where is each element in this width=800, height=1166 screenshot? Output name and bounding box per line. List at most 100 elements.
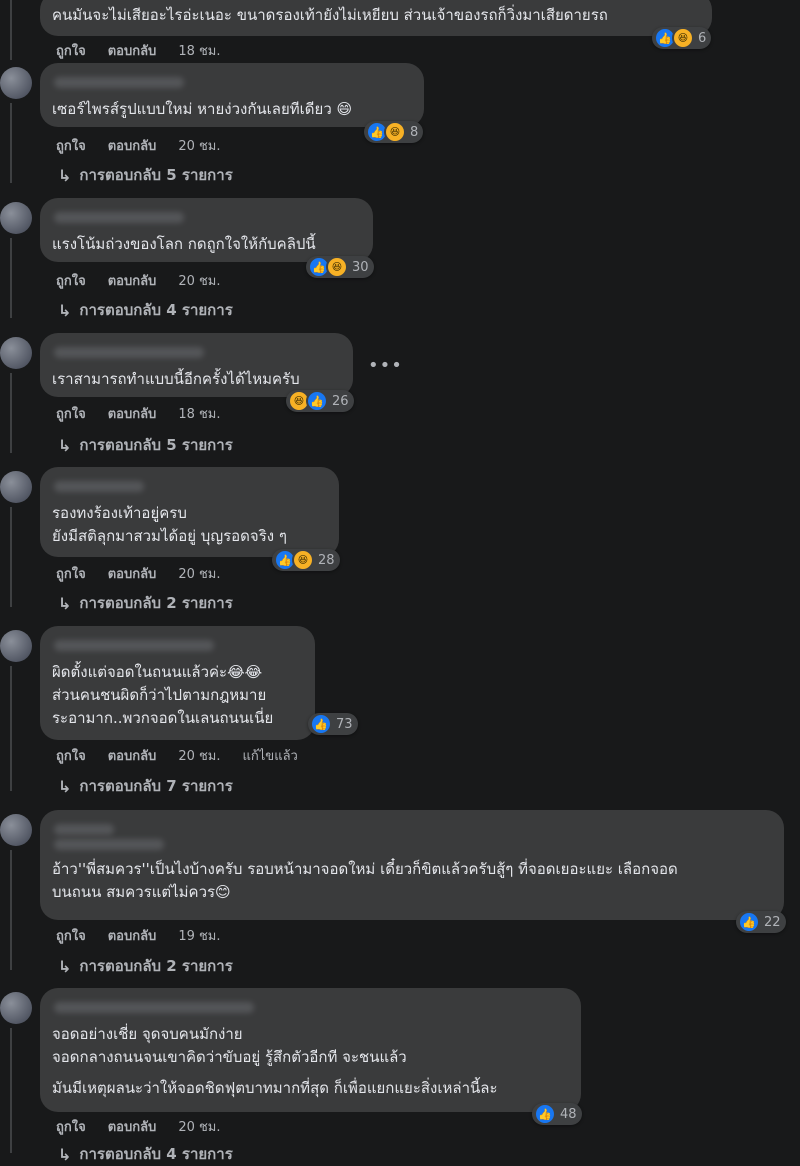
view-replies-link[interactable]: ↳ การตอบกลับ 5 รายการ	[58, 163, 233, 187]
comment-text: เราสามารถทำแบบนี้อีกครั้งได้ไหมครับ	[52, 370, 300, 388]
view-replies-link[interactable]: ↳ การตอบกลับ 2 รายการ	[58, 591, 233, 615]
comment-actions: ถูกใจ ตอบกลับ 20 ชม.	[56, 563, 221, 584]
reply-button[interactable]: ตอบกลับ	[108, 403, 157, 424]
like-button[interactable]: ถูกใจ	[56, 745, 86, 766]
reaction-summary[interactable]: 😆 👍 26	[286, 390, 354, 412]
like-icon: 👍	[310, 713, 332, 735]
like-button[interactable]: ถูกใจ	[56, 1116, 86, 1137]
haha-icon: 😆	[672, 27, 694, 49]
timestamp[interactable]: 20 ชม.	[178, 563, 220, 584]
comment-text: ยังมีสติลุกมาสวมได้อยู่ บุญรอดจริง ๆ	[52, 527, 287, 545]
avatar[interactable]	[0, 814, 32, 846]
author-name-redacted[interactable]	[54, 839, 164, 850]
avatar[interactable]	[0, 630, 32, 662]
timestamp[interactable]: 19 ชม.	[178, 925, 220, 946]
thread-line	[10, 0, 12, 60]
like-icon: 👍	[306, 390, 328, 412]
comment: อ้าว''พี่สมควร''เป็นไงบ้างครับ รอบหน้ามา…	[0, 810, 800, 980]
like-button[interactable]: ถูกใจ	[56, 40, 86, 61]
thread-line	[10, 238, 12, 318]
replies-count-label: การตอบกลับ 4 รายการ	[79, 1145, 233, 1163]
like-button[interactable]: ถูกใจ	[56, 270, 86, 291]
author-name-redacted[interactable]	[54, 212, 184, 223]
author-name-redacted[interactable]	[54, 347, 204, 358]
timestamp[interactable]: 20 ชม.	[178, 270, 220, 291]
reaction-summary[interactable]: 👍 😆 6	[652, 27, 712, 49]
comment-text: อ้าว''พี่สมควร''เป็นไงบ้างครับ รอบหน้ามา…	[52, 860, 678, 878]
comment-bubble: รองทงร้องเท้าอยู่ครบ ยังมีสติลุกมาสวมได้…	[40, 467, 339, 557]
like-button[interactable]: ถูกใจ	[56, 135, 86, 156]
avatar[interactable]	[0, 992, 32, 1024]
comment: ผิดตั้งแต่จอดในถนนแล้วค่ะ😂😂 ส่วนคนชนผิดก…	[0, 626, 800, 801]
comment-text: มันมีเหตุผลนะว่าให้จอดชิดฟุตบาทมากที่สุด…	[52, 1079, 498, 1097]
replies-count-label: การตอบกลับ 7 รายการ	[79, 777, 233, 795]
comment-actions: ถูกใจ ตอบกลับ 20 ชม. แก้ไขแล้ว	[56, 745, 298, 766]
reaction-count: 26	[332, 393, 349, 409]
timestamp[interactable]: 18 ชม.	[178, 403, 220, 424]
comment-actions: ถูกใจ ตอบกลับ 19 ชม.	[56, 925, 221, 946]
reaction-summary[interactable]: 👍 22	[736, 911, 786, 933]
comment: จอดอย่างเชี่ย จุดจบคนมักง่าย จอดกลางถนนจ…	[0, 988, 800, 1164]
reaction-count: 8	[410, 124, 419, 140]
view-replies-link[interactable]: ↳ การตอบกลับ 2 รายการ	[58, 954, 233, 978]
replies-count-label: การตอบกลับ 5 รายการ	[79, 166, 233, 184]
timestamp[interactable]: 20 ชม.	[178, 745, 220, 766]
reaction-summary[interactable]: 👍 73	[308, 713, 358, 735]
timestamp[interactable]: 20 ชม.	[178, 135, 220, 156]
reaction-count: 6	[698, 30, 707, 46]
avatar[interactable]	[0, 67, 32, 99]
comment: คนมันจะไม่เสียอะไรอ่ะเนอะ ขนาดรองเท้ายัง…	[0, 0, 800, 60]
replies-count-label: การตอบกลับ 2 รายการ	[79, 957, 233, 975]
comment-bubble: ผิดตั้งแต่จอดในถนนแล้วค่ะ😂😂 ส่วนคนชนผิดก…	[40, 626, 315, 740]
reaction-summary[interactable]: 👍 😆 8	[364, 121, 424, 143]
comment-text: ส่วนคนชนผิดก็ว่าไปตามกฎหมาย	[52, 686, 267, 704]
reply-arrow-icon: ↳	[58, 435, 72, 455]
reaction-summary[interactable]: 👍 😆 30	[306, 256, 374, 278]
comment-bubble: แรงโน้มถ่วงของโลก กดถูกใจให้กับคลิปนี้	[40, 198, 373, 262]
author-name-redacted[interactable]	[54, 824, 114, 835]
comment: เซอร์ไพรส์รูปแบบใหม่ หายง่วงกันเลยทีเดีย…	[0, 63, 800, 193]
reaction-summary[interactable]: 👍 😆 28	[272, 549, 340, 571]
reply-arrow-icon: ↳	[58, 776, 72, 796]
more-options-icon[interactable]: •••	[368, 355, 403, 376]
view-replies-link[interactable]: ↳ การตอบกลับ 5 รายการ	[58, 433, 233, 457]
author-name-redacted[interactable]	[54, 481, 144, 492]
comment-actions: ถูกใจ ตอบกลับ 20 ชม.	[56, 1116, 221, 1137]
view-replies-link[interactable]: ↳ การตอบกลับ 4 รายการ	[58, 298, 233, 322]
reply-arrow-icon: ↳	[58, 300, 72, 320]
haha-icon: 😆	[384, 121, 406, 143]
like-button[interactable]: ถูกใจ	[56, 563, 86, 584]
author-name-redacted[interactable]	[54, 77, 184, 88]
comment-actions: ถูกใจ ตอบกลับ 20 ชม.	[56, 135, 221, 156]
avatar[interactable]	[0, 202, 32, 234]
reply-button[interactable]: ตอบกลับ	[108, 40, 157, 61]
reply-button[interactable]: ตอบกลับ	[108, 925, 157, 946]
view-replies-link[interactable]: ↳ การตอบกลับ 7 รายการ	[58, 774, 233, 798]
reply-button[interactable]: ตอบกลับ	[108, 1116, 157, 1137]
comment-text: บนถนน สมควรแต่ไม่ควร😊	[52, 883, 231, 901]
reaction-count: 48	[560, 1106, 577, 1122]
replies-count-label: การตอบกลับ 2 รายการ	[79, 594, 233, 612]
comment-text: จอดอย่างเชี่ย จุดจบคนมักง่าย	[52, 1025, 243, 1043]
comment-text: แรงโน้มถ่วงของโลก กดถูกใจให้กับคลิปนี้	[52, 235, 316, 253]
like-button[interactable]: ถูกใจ	[56, 403, 86, 424]
author-name-redacted[interactable]	[54, 640, 214, 651]
avatar[interactable]	[0, 471, 32, 503]
reply-arrow-icon: ↳	[58, 956, 72, 976]
avatar[interactable]	[0, 337, 32, 369]
reply-button[interactable]: ตอบกลับ	[108, 270, 157, 291]
reaction-summary[interactable]: 👍 48	[532, 1103, 582, 1125]
comment-text: ผิดตั้งแต่จอดในถนนแล้วค่ะ😂😂	[52, 663, 263, 681]
replies-count-label: การตอบกลับ 5 รายการ	[79, 436, 233, 454]
reply-button[interactable]: ตอบกลับ	[108, 135, 157, 156]
comment-text: เซอร์ไพรส์รูปแบบใหม่ หายง่วงกันเลยทีเดีย…	[52, 100, 353, 118]
author-name-redacted[interactable]	[54, 1002, 254, 1013]
edited-label[interactable]: แก้ไขแล้ว	[243, 745, 298, 766]
like-button[interactable]: ถูกใจ	[56, 925, 86, 946]
reply-button[interactable]: ตอบกลับ	[108, 563, 157, 584]
timestamp[interactable]: 18 ชม.	[178, 40, 220, 61]
replies-count-label: การตอบกลับ 4 รายการ	[79, 301, 233, 319]
reply-button[interactable]: ตอบกลับ	[108, 745, 157, 766]
view-replies-link[interactable]: ↳ การตอบกลับ 4 รายการ	[58, 1142, 233, 1166]
timestamp[interactable]: 20 ชม.	[178, 1116, 220, 1137]
